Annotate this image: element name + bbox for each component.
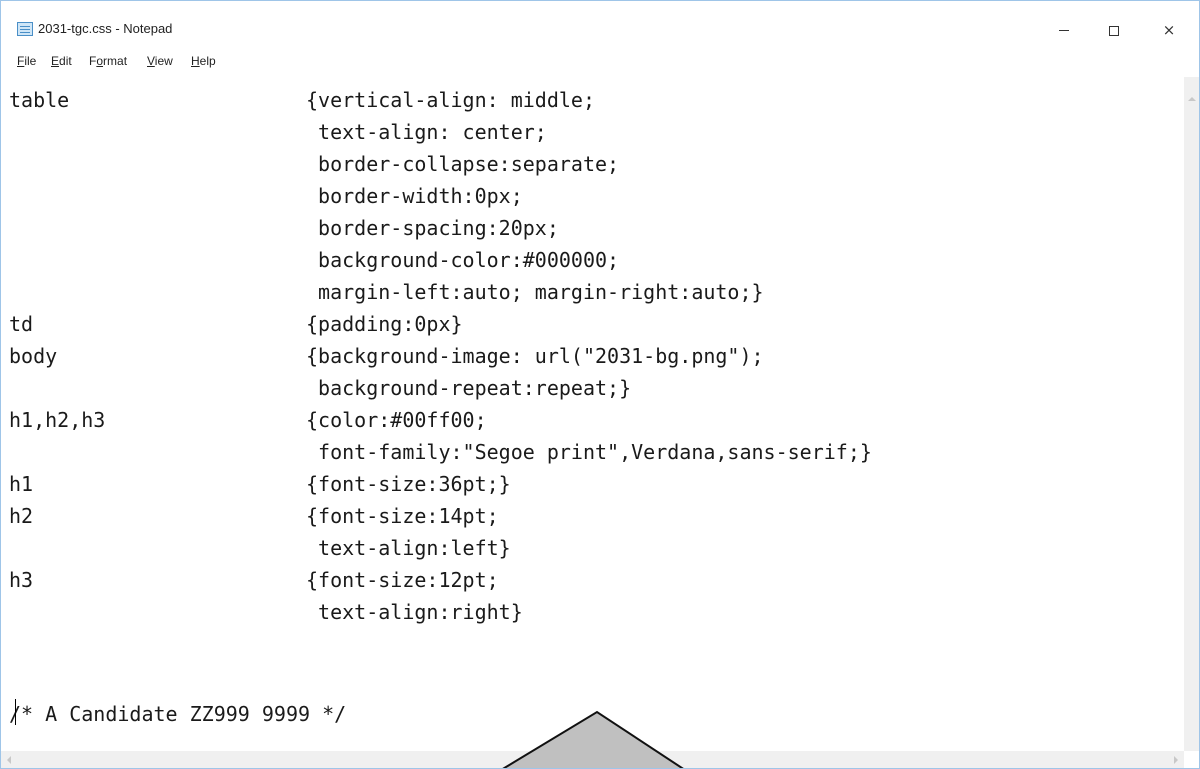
scroll-right-arrow-icon[interactable] [1174,756,1178,764]
text-editor-area[interactable]: table {vertical-align: middle; text-align… [1,77,1184,751]
notepad-window: 2031-tgc.css - Notepad × File Edit Forma… [0,0,1200,769]
horizontal-scrollbar[interactable] [1,751,1184,768]
menu-help[interactable]: Help [191,54,216,68]
maximize-icon [1109,25,1119,36]
menu-view[interactable]: View [147,54,173,68]
title-bar[interactable]: 2031-tgc.css - Notepad × [1,1,1199,43]
minimize-icon [1059,30,1069,31]
window-title: 2031-tgc.css - Notepad [38,21,173,36]
text-caret [15,699,16,725]
minimize-button[interactable] [1041,17,1087,43]
maximize-button[interactable] [1091,17,1137,43]
menu-bar: File Edit Format View Help [1,54,1199,74]
notepad-app-icon[interactable] [17,22,33,36]
menu-edit[interactable]: Edit [51,54,72,68]
menu-file[interactable]: File [17,54,36,68]
close-icon: × [1162,21,1176,39]
menu-format[interactable]: Format [89,54,127,68]
scroll-left-arrow-icon[interactable] [7,756,11,764]
scroll-up-arrow-icon[interactable] [1188,97,1196,101]
close-button[interactable]: × [1146,17,1192,43]
vertical-scrollbar[interactable] [1184,77,1199,751]
